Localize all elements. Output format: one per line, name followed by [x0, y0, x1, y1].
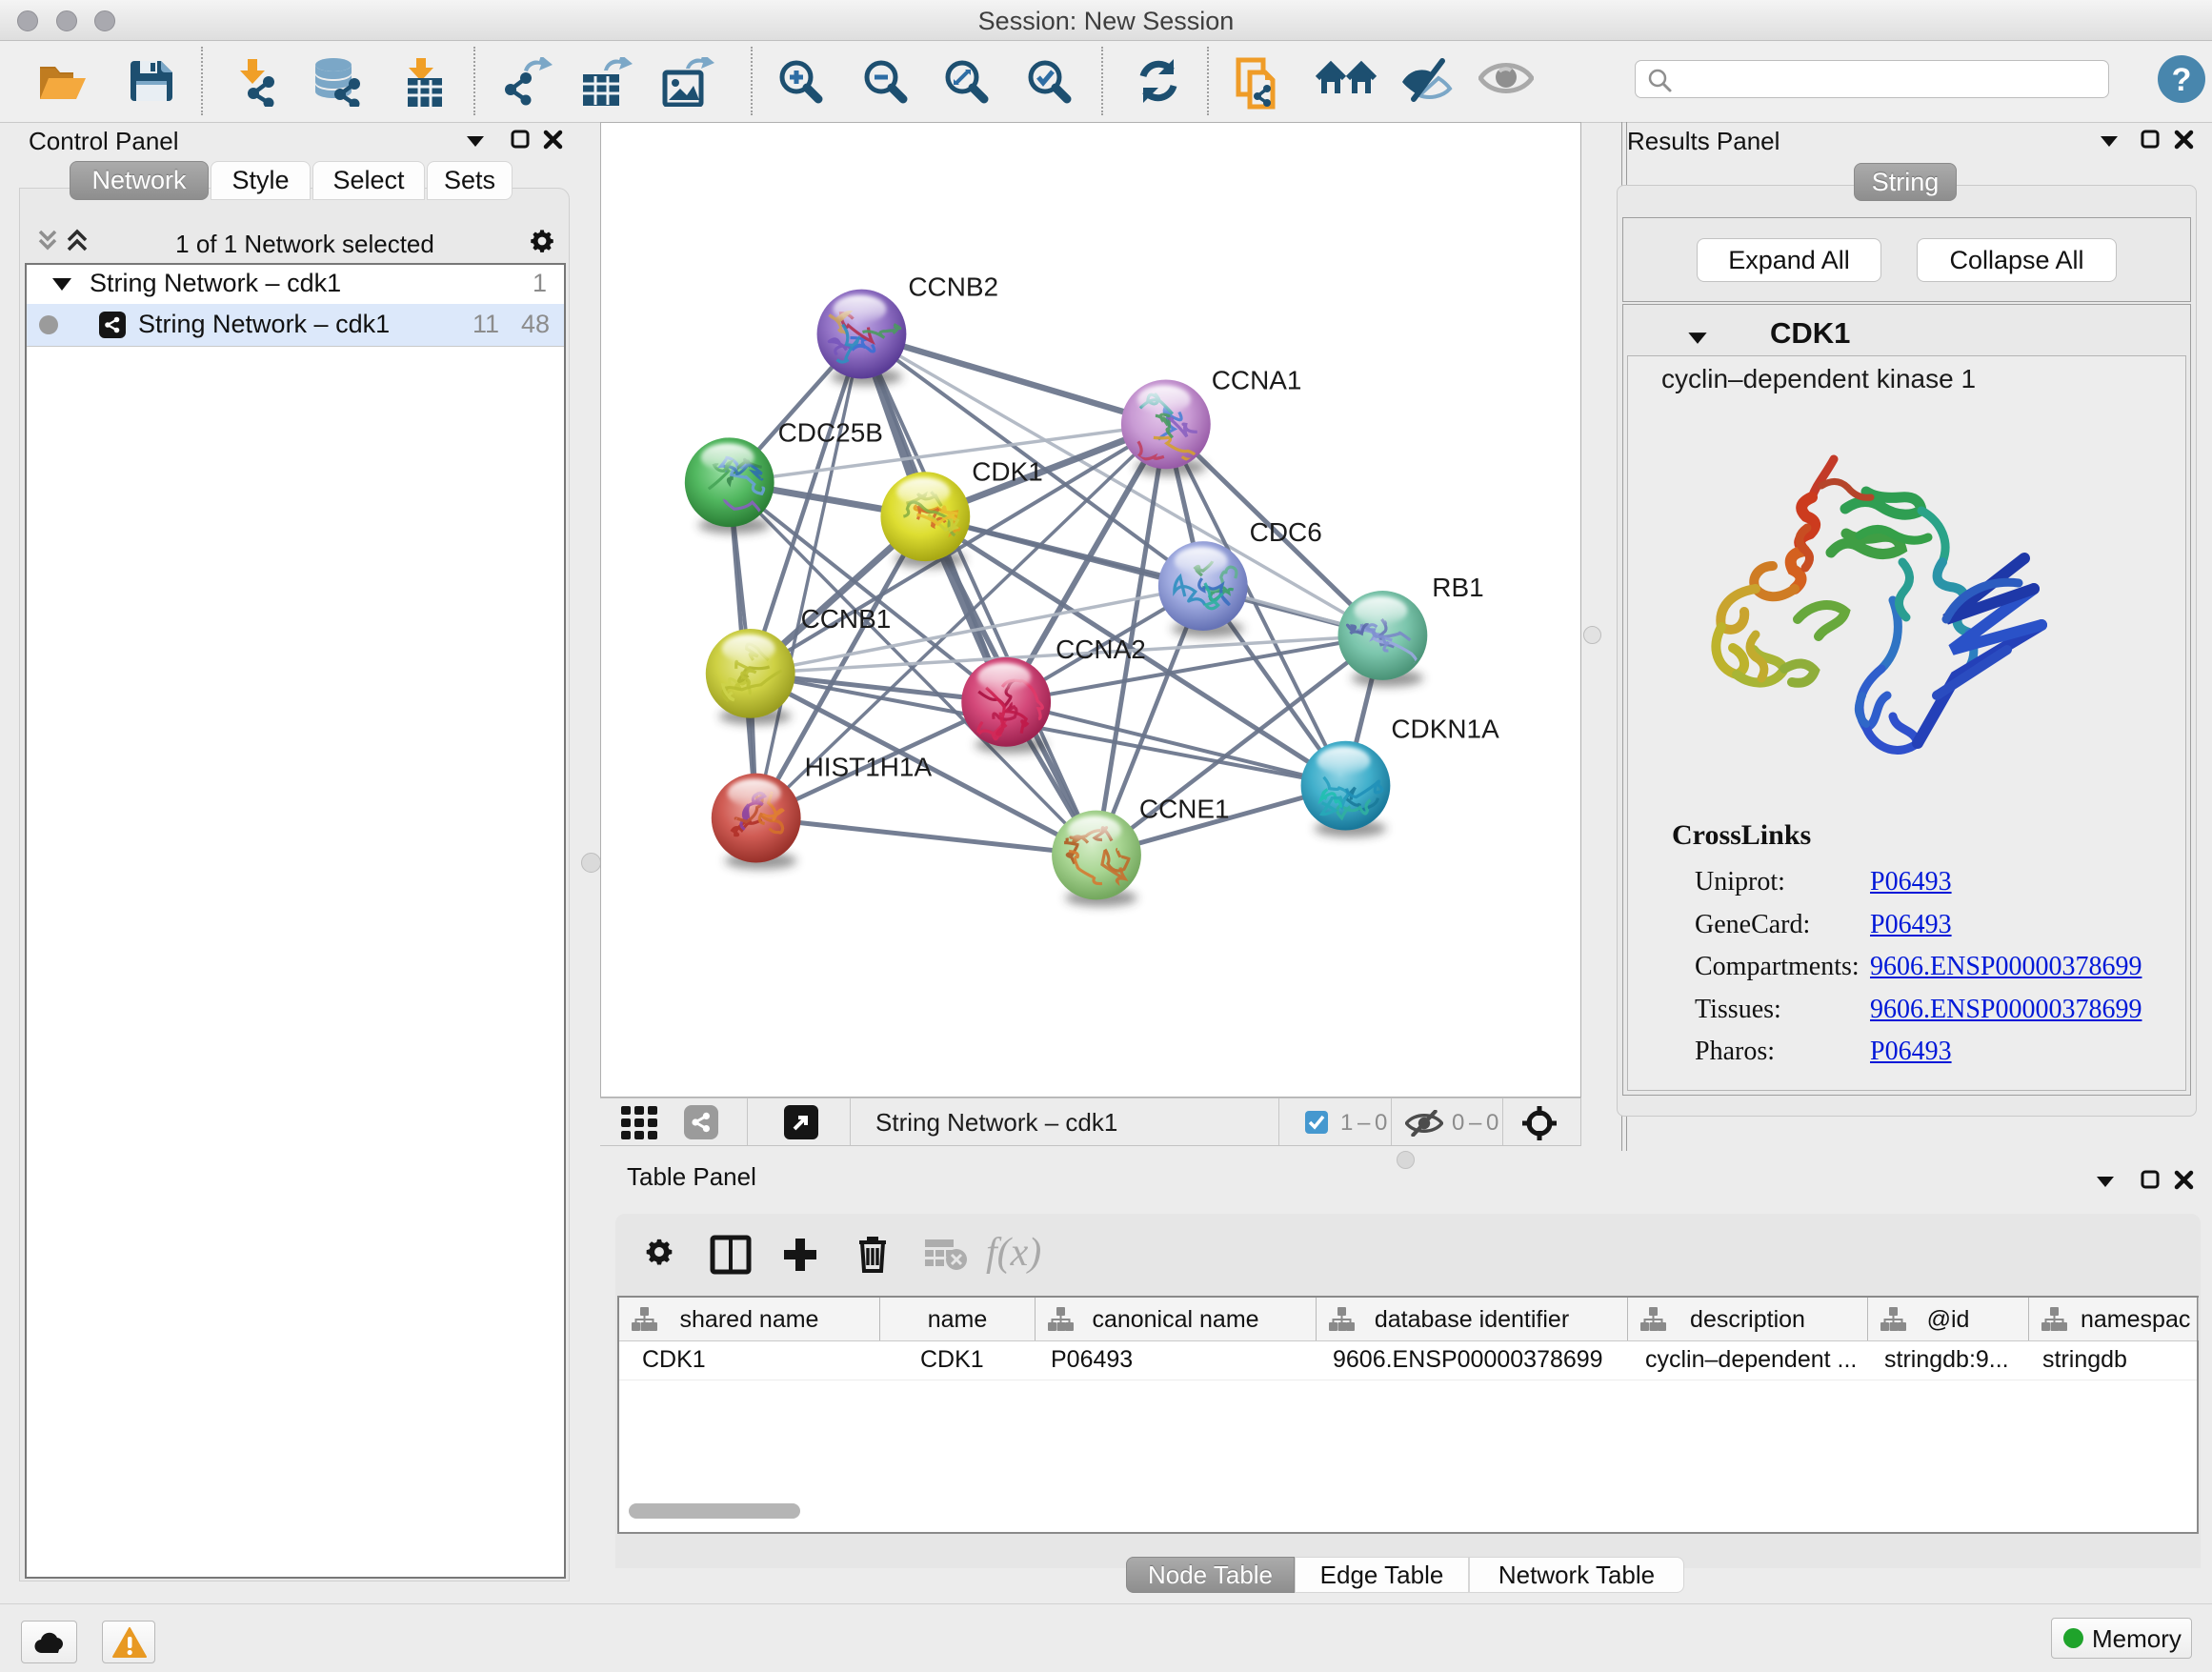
svg-text:CDKN1A: CDKN1A: [1391, 715, 1499, 744]
svg-text:CCNA2: CCNA2: [1056, 635, 1146, 664]
svg-text:CCNB2: CCNB2: [908, 272, 998, 302]
svg-text:CCNE1: CCNE1: [1139, 795, 1230, 824]
svg-text:CCNA1: CCNA1: [1212, 365, 1302, 394]
svg-text:HIST1H1A: HIST1H1A: [805, 753, 933, 782]
svg-text:?: ?: [2172, 62, 2192, 98]
svg-text:CCNB1: CCNB1: [801, 604, 892, 634]
svg-text:CDC6: CDC6: [1250, 517, 1322, 547]
svg-text:RB1: RB1: [1432, 573, 1483, 602]
svg-text:CDK1: CDK1: [972, 456, 1043, 486]
svg-text:CDC25B: CDC25B: [778, 417, 883, 447]
